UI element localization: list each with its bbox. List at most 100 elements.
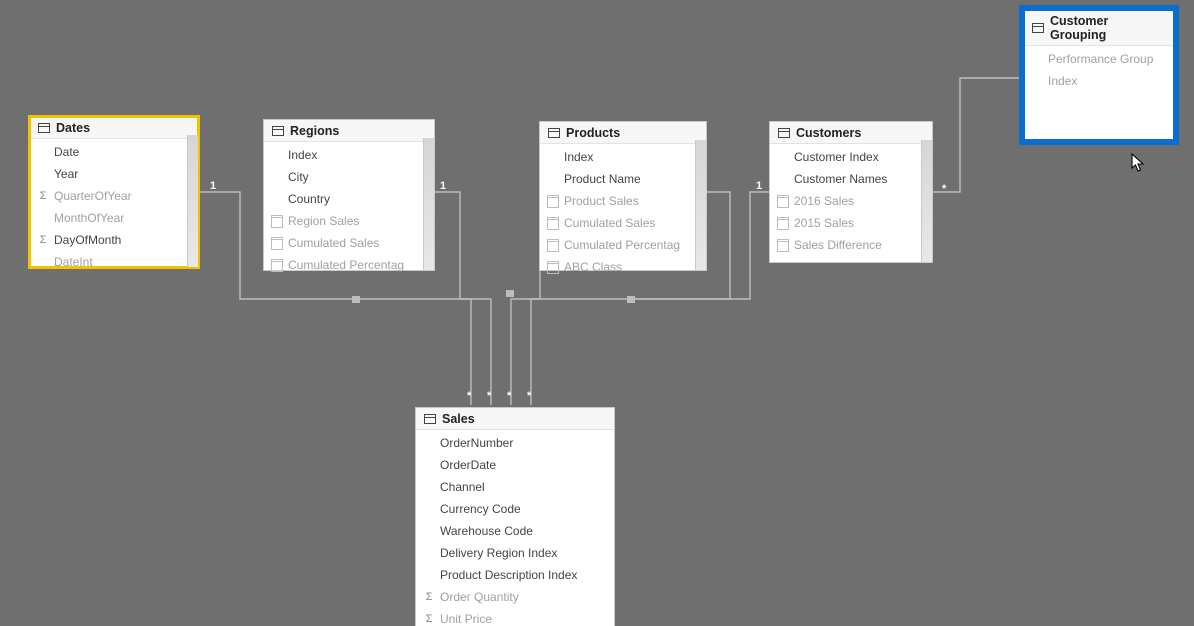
field-name: Unit Price bbox=[440, 610, 492, 626]
blank-icon bbox=[422, 546, 436, 560]
field-row[interactable]: DateInt bbox=[30, 251, 198, 273]
table-products[interactable]: Products IndexProduct NameProduct Sales C… bbox=[540, 122, 706, 270]
table-header[interactable]: Dates bbox=[30, 117, 198, 139]
calc-column-icon bbox=[776, 238, 790, 252]
table-header[interactable]: Regions bbox=[264, 120, 434, 142]
blank-icon bbox=[422, 458, 436, 472]
table-customer-grouping[interactable]: Customer Grouping Performance GroupIndex bbox=[1024, 10, 1174, 140]
field-name: Cumulated Sales bbox=[564, 214, 655, 232]
field-name: City bbox=[288, 168, 309, 186]
field-row[interactable]: Warehouse Code bbox=[416, 520, 614, 542]
field-row[interactable]: Index bbox=[1024, 70, 1174, 92]
field-list: Performance GroupIndex bbox=[1024, 46, 1174, 94]
cardinality-customers-star: * bbox=[942, 183, 946, 195]
field-row[interactable]: Currency Code bbox=[416, 498, 614, 520]
blank-icon bbox=[422, 480, 436, 494]
table-title: Products bbox=[566, 126, 620, 140]
field-row[interactable]: OrderNumber bbox=[416, 432, 614, 454]
field-name: Year bbox=[54, 165, 78, 183]
calc-column-icon bbox=[546, 260, 560, 274]
field-row[interactable]: OrderDate bbox=[416, 454, 614, 476]
field-list: IndexProduct NameProduct Sales Cumulated … bbox=[540, 144, 706, 280]
calc-column-icon bbox=[776, 194, 790, 208]
field-name: Index bbox=[288, 146, 317, 164]
calc-column-icon bbox=[546, 216, 560, 230]
field-name: Cumulated Sales bbox=[288, 234, 379, 252]
field-row[interactable]: 2016 Sales bbox=[770, 190, 932, 212]
field-row[interactable]: Year bbox=[30, 163, 198, 185]
sigma-icon bbox=[36, 233, 50, 247]
field-row[interactable]: Date bbox=[30, 141, 198, 163]
field-row[interactable]: Customer Index bbox=[770, 146, 932, 168]
table-icon bbox=[272, 126, 284, 136]
field-name: Cumulated Percentag bbox=[288, 256, 404, 274]
table-customers[interactable]: Customers Customer Index Customer Names 20… bbox=[770, 122, 932, 262]
field-name: Warehouse Code bbox=[440, 522, 533, 540]
field-row[interactable]: MonthOfYear bbox=[30, 207, 198, 229]
field-name: OrderNumber bbox=[440, 434, 513, 452]
field-row[interactable]: Channel bbox=[416, 476, 614, 498]
field-row[interactable]: Product Name bbox=[540, 168, 706, 190]
table-title: Dates bbox=[56, 121, 90, 135]
calc-column-icon bbox=[546, 238, 560, 252]
field-list: Index City CountryRegion Sales Cumulated Sa… bbox=[264, 142, 434, 278]
field-row[interactable]: Customer Names bbox=[770, 168, 932, 190]
table-header[interactable]: Customer Grouping bbox=[1024, 10, 1174, 46]
field-name: Customer Names bbox=[794, 170, 887, 188]
field-name: ABC Class bbox=[564, 258, 622, 276]
field-name: Channel bbox=[440, 478, 485, 496]
field-list: OrderNumber OrderDate Channel Currency Code… bbox=[416, 430, 614, 626]
field-name: Currency Code bbox=[440, 500, 521, 518]
table-icon bbox=[424, 414, 436, 424]
field-row[interactable]: Performance Group bbox=[1024, 48, 1174, 70]
blank-icon bbox=[422, 502, 436, 516]
table-regions[interactable]: Regions Index City CountryRegion Sales Cumu… bbox=[264, 120, 434, 270]
field-row[interactable]: 2015 Sales bbox=[770, 212, 932, 234]
field-name: QuarterOfYear bbox=[54, 187, 132, 205]
field-row[interactable]: Sales Difference bbox=[770, 234, 932, 256]
field-row[interactable]: Region Sales bbox=[264, 210, 434, 232]
field-name: MonthOfYear bbox=[54, 209, 124, 227]
field-row[interactable]: QuarterOfYear bbox=[30, 185, 198, 207]
field-row[interactable]: Cumulated Percentag bbox=[264, 254, 434, 276]
field-row[interactable]: Index bbox=[264, 144, 434, 166]
field-name: DateInt bbox=[54, 253, 93, 271]
field-row[interactable]: Order Quantity bbox=[416, 586, 614, 608]
field-name: Order Quantity bbox=[440, 588, 519, 606]
blank-icon bbox=[36, 167, 50, 181]
calc-column-icon bbox=[270, 258, 284, 272]
field-name: DayOfMonth bbox=[54, 231, 121, 249]
cardinality-regions-1: 1 bbox=[440, 180, 446, 192]
field-row[interactable]: Cumulated Percentag bbox=[540, 234, 706, 256]
table-icon bbox=[548, 128, 560, 138]
blank-icon bbox=[546, 150, 560, 164]
field-row[interactable]: Product Description Index bbox=[416, 564, 614, 586]
field-row[interactable]: ABC Class bbox=[540, 256, 706, 278]
field-list: Date Year QuarterOfYear MonthOfYear DayOfMon… bbox=[30, 139, 198, 275]
table-header[interactable]: Customers bbox=[770, 122, 932, 144]
table-title: Regions bbox=[290, 124, 339, 138]
cardinality-sales-star-3: * bbox=[507, 390, 511, 402]
field-row[interactable]: DayOfMonth bbox=[30, 229, 198, 251]
field-row[interactable]: Product Sales bbox=[540, 190, 706, 212]
field-row[interactable]: Cumulated Sales bbox=[264, 232, 434, 254]
table-icon bbox=[778, 128, 790, 138]
table-header[interactable]: Products bbox=[540, 122, 706, 144]
field-row[interactable]: Delivery Region Index bbox=[416, 542, 614, 564]
blank-icon bbox=[1030, 74, 1044, 88]
field-row[interactable]: Cumulated Sales bbox=[540, 212, 706, 234]
table-dates[interactable]: Dates Date Year QuarterOfYear MonthOfYear Da… bbox=[30, 117, 198, 267]
field-row[interactable]: City bbox=[264, 166, 434, 188]
field-row[interactable]: Index bbox=[540, 146, 706, 168]
field-name: Date bbox=[54, 143, 79, 161]
blank-icon bbox=[270, 192, 284, 206]
field-row[interactable]: Country bbox=[264, 188, 434, 210]
field-row[interactable]: Unit Price bbox=[416, 608, 614, 626]
table-header[interactable]: Sales bbox=[416, 408, 614, 430]
field-name: Delivery Region Index bbox=[440, 544, 557, 562]
cardinality-sales-star-4: * bbox=[527, 390, 531, 402]
table-sales[interactable]: Sales OrderNumber OrderDate Channel Currenc… bbox=[416, 408, 614, 626]
field-name: Cumulated Percentag bbox=[564, 236, 680, 254]
cardinality-sales-star-1: * bbox=[467, 390, 471, 402]
calc-column-icon bbox=[270, 236, 284, 250]
